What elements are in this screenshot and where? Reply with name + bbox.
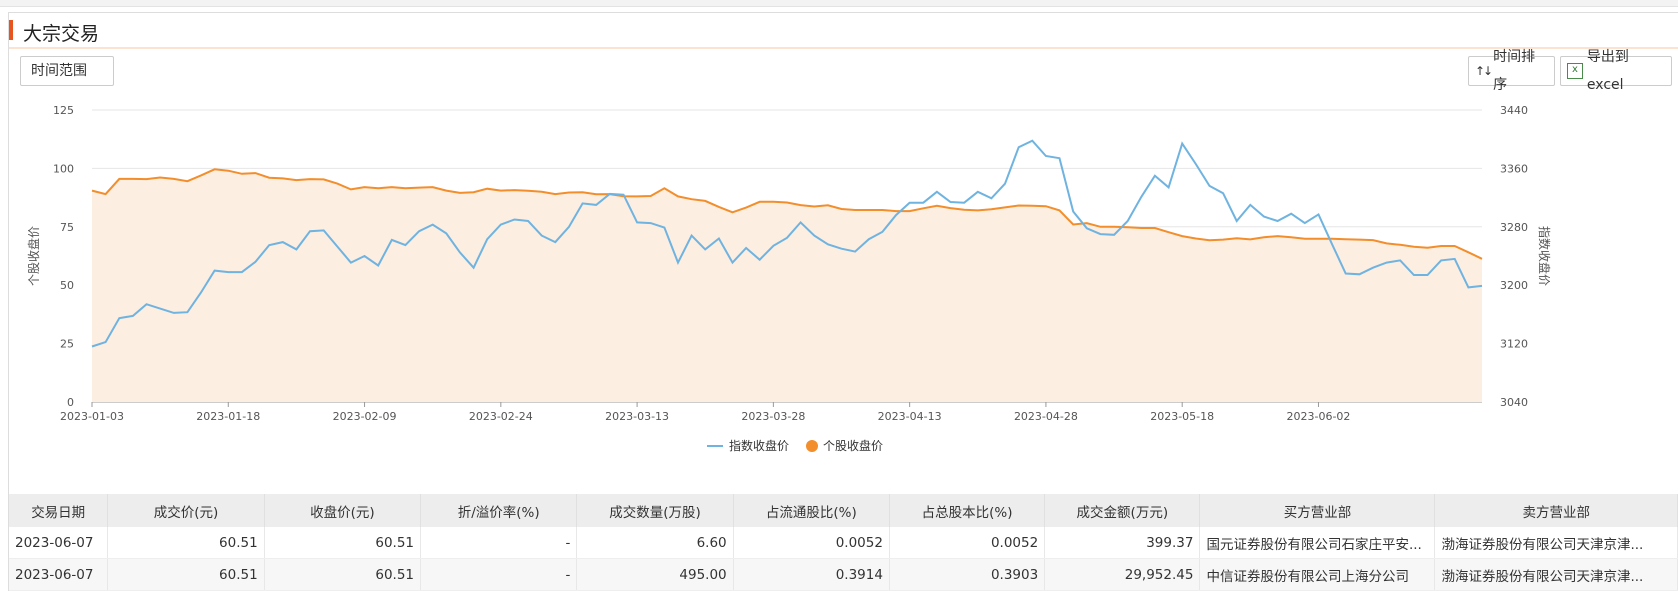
col-header[interactable]: 买方营业部 xyxy=(1199,494,1436,527)
y-right-axis-title: 指数收盘价 xyxy=(1537,226,1552,286)
legend-swatch-stock xyxy=(806,440,818,452)
y-left-tick-label: 0 xyxy=(67,396,74,409)
y-left-tick-label: 125 xyxy=(53,104,74,117)
y-right-tick-label: 3120 xyxy=(1500,338,1528,351)
col-header[interactable]: 成交金额(万元) xyxy=(1044,494,1201,527)
time-range-button[interactable]: 时间范围 xyxy=(20,56,114,86)
x-tick-label: 2023-04-13 xyxy=(878,410,942,423)
panel-header: 大宗交易 xyxy=(9,13,1678,49)
page-title: 大宗交易 xyxy=(23,23,100,45)
col-header[interactable]: 占总股本比(%) xyxy=(889,494,1046,527)
cell-volume: 6.60 xyxy=(576,527,734,559)
x-tick-label: 2023-03-13 xyxy=(605,410,669,423)
y-left-axis-title: 个股收盘价 xyxy=(26,226,41,286)
time-range-label: 时间范围 xyxy=(31,63,87,79)
x-tick-label: 2023-06-02 xyxy=(1287,410,1351,423)
cell-buyer: 国元证券股份有限公司石家庄平安... xyxy=(1199,527,1436,559)
x-tick-label: 2023-02-24 xyxy=(469,410,533,423)
y-left-tick-label: 50 xyxy=(60,279,74,292)
x-tick-label: 2023-05-18 xyxy=(1150,410,1214,423)
x-tick-label: 2023-03-28 xyxy=(741,410,805,423)
col-header[interactable]: 交易日期 xyxy=(9,494,109,527)
y-right-tick-label: 3360 xyxy=(1500,162,1528,175)
cell-deal-price: 60.51 xyxy=(107,558,265,591)
y-right-tick-label: 3040 xyxy=(1500,396,1528,409)
col-header[interactable]: 折/溢价率(%) xyxy=(420,494,578,527)
col-header[interactable]: 成交数量(万股) xyxy=(576,494,734,527)
cell-close-price: 60.51 xyxy=(264,558,422,591)
excel-file-icon: x xyxy=(1567,63,1583,79)
y-left-tick-label: 75 xyxy=(60,221,74,234)
x-tick-label: 2023-02-09 xyxy=(333,410,397,423)
cell-seller: 渤海证券股份有限公司天津京津... xyxy=(1434,527,1678,559)
x-tick-label: 2023-01-18 xyxy=(196,410,260,423)
trade-table: 交易日期 成交价(元) 收盘价(元) 折/溢价率(%) 成交数量(万股) 占流通… xyxy=(9,494,1678,591)
y-left-tick-label: 25 xyxy=(60,338,74,351)
cell-date: 2023-06-07 xyxy=(9,558,109,591)
y-right-tick-label: 3200 xyxy=(1500,279,1528,292)
cell-premium-rate: - xyxy=(420,527,578,559)
export-excel-button[interactable]: x 导出到excel xyxy=(1560,49,1672,93)
cell-date: 2023-06-07 xyxy=(9,527,109,559)
table-row: 2023-06-07 60.51 60.51 - 6.60 0.0052 0.0… xyxy=(9,527,1678,559)
y-left-tick-label: 100 xyxy=(53,162,74,175)
legend-label-index: 指数收盘价 xyxy=(729,438,789,453)
export-excel-label: 导出到excel xyxy=(1586,49,1629,93)
cell-premium-rate: - xyxy=(420,558,578,591)
time-sort-button[interactable]: ↑↓ 时间排序 xyxy=(1468,49,1555,93)
y-right-tick-label: 3280 xyxy=(1500,221,1528,234)
legend-label-stock: 个股收盘价 xyxy=(823,438,883,453)
table-row: 2023-06-07 60.51 60.51 - 495.00 0.3914 0… xyxy=(9,558,1678,591)
y-right-tick-label: 3440 xyxy=(1500,104,1528,117)
cell-total-ratio: 0.3903 xyxy=(889,558,1046,591)
cell-close-price: 60.51 xyxy=(264,527,422,559)
table-header: 交易日期 成交价(元) 收盘价(元) 折/溢价率(%) 成交数量(万股) 占流通… xyxy=(9,494,1678,527)
block-trade-panel: 大宗交易 时间范围 ↑↓ 时间排序 x 导出到excel 0 25 50 75 100 1… xyxy=(8,12,1678,591)
col-header[interactable]: 成交价(元) xyxy=(107,494,265,527)
cell-volume: 495.00 xyxy=(576,558,734,591)
cell-total-ratio: 0.0052 xyxy=(889,527,1046,559)
cell-deal-price: 60.51 xyxy=(107,527,265,559)
col-header[interactable]: 卖方营业部 xyxy=(1434,494,1678,527)
cell-seller: 渤海证券股份有限公司天津京津... xyxy=(1434,558,1678,591)
title-accent-bar xyxy=(9,20,13,40)
cell-buyer: 中信证券股份有限公司上海分公司 xyxy=(1199,558,1436,591)
cell-float-ratio: 0.3914 xyxy=(733,558,890,591)
sort-arrows-icon: ↑↓ xyxy=(1475,64,1493,78)
stock-price-area xyxy=(92,169,1482,402)
cell-amount: 29,952.45 xyxy=(1044,558,1201,591)
top-divider xyxy=(0,0,1678,7)
col-header[interactable]: 收盘价(元) xyxy=(264,494,422,527)
price-chart: 0 25 50 75 100 125 3040 3120 3200 3280 3360 3440 个股收… xyxy=(26,104,1552,453)
col-header[interactable]: 占流通股比(%) xyxy=(733,494,890,527)
time-sort-label: 时间排序 xyxy=(1493,49,1536,93)
x-tick-label: 2023-04-28 xyxy=(1014,410,1078,423)
cell-amount: 399.37 xyxy=(1044,527,1201,559)
cell-float-ratio: 0.0052 xyxy=(733,527,890,559)
x-tick-label: 2023-01-03 xyxy=(60,410,124,423)
